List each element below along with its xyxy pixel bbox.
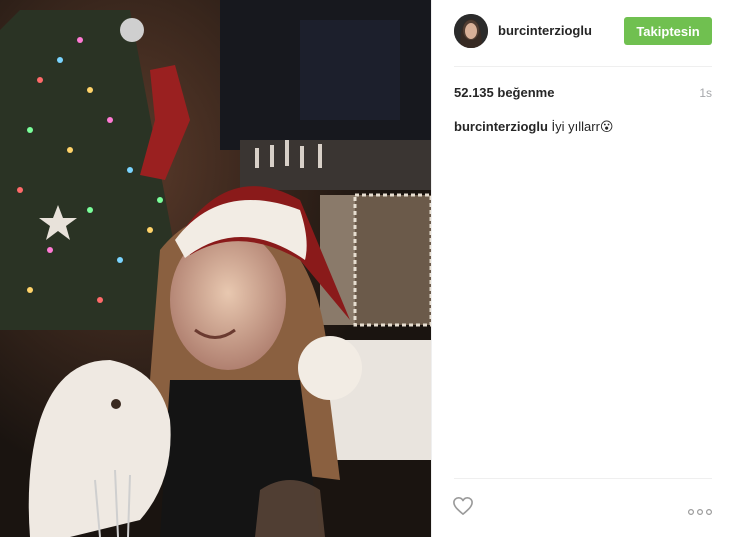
post-header: burcinterzioglu Takiptesin — [454, 14, 712, 50]
more-options-icon[interactable] — [687, 503, 713, 516]
avatar[interactable] — [454, 14, 488, 48]
header-divider — [454, 66, 712, 67]
post-photo[interactable] — [0, 0, 431, 537]
caption: burcinterzioglu İyi yıllarr😮 — [454, 119, 712, 135]
post-timestamp[interactable]: 1s — [699, 86, 712, 100]
caption-username[interactable]: burcinterzioglu — [454, 119, 548, 134]
post-details-panel: burcinterzioglu Takiptesin 52.135 beğenm… — [431, 0, 730, 537]
avatar-image — [454, 14, 488, 48]
likes-count[interactable]: 52.135 beğenme — [454, 85, 554, 100]
photo-image — [0, 0, 431, 537]
likes-row: 52.135 beğenme 1s — [454, 85, 712, 103]
caption-text: İyi yıllarr😮 — [551, 119, 614, 134]
footer-divider — [454, 478, 712, 479]
username-link[interactable]: burcinterzioglu — [498, 23, 592, 38]
following-button[interactable]: Takiptesin — [624, 17, 712, 45]
heart-icon[interactable] — [452, 496, 474, 516]
